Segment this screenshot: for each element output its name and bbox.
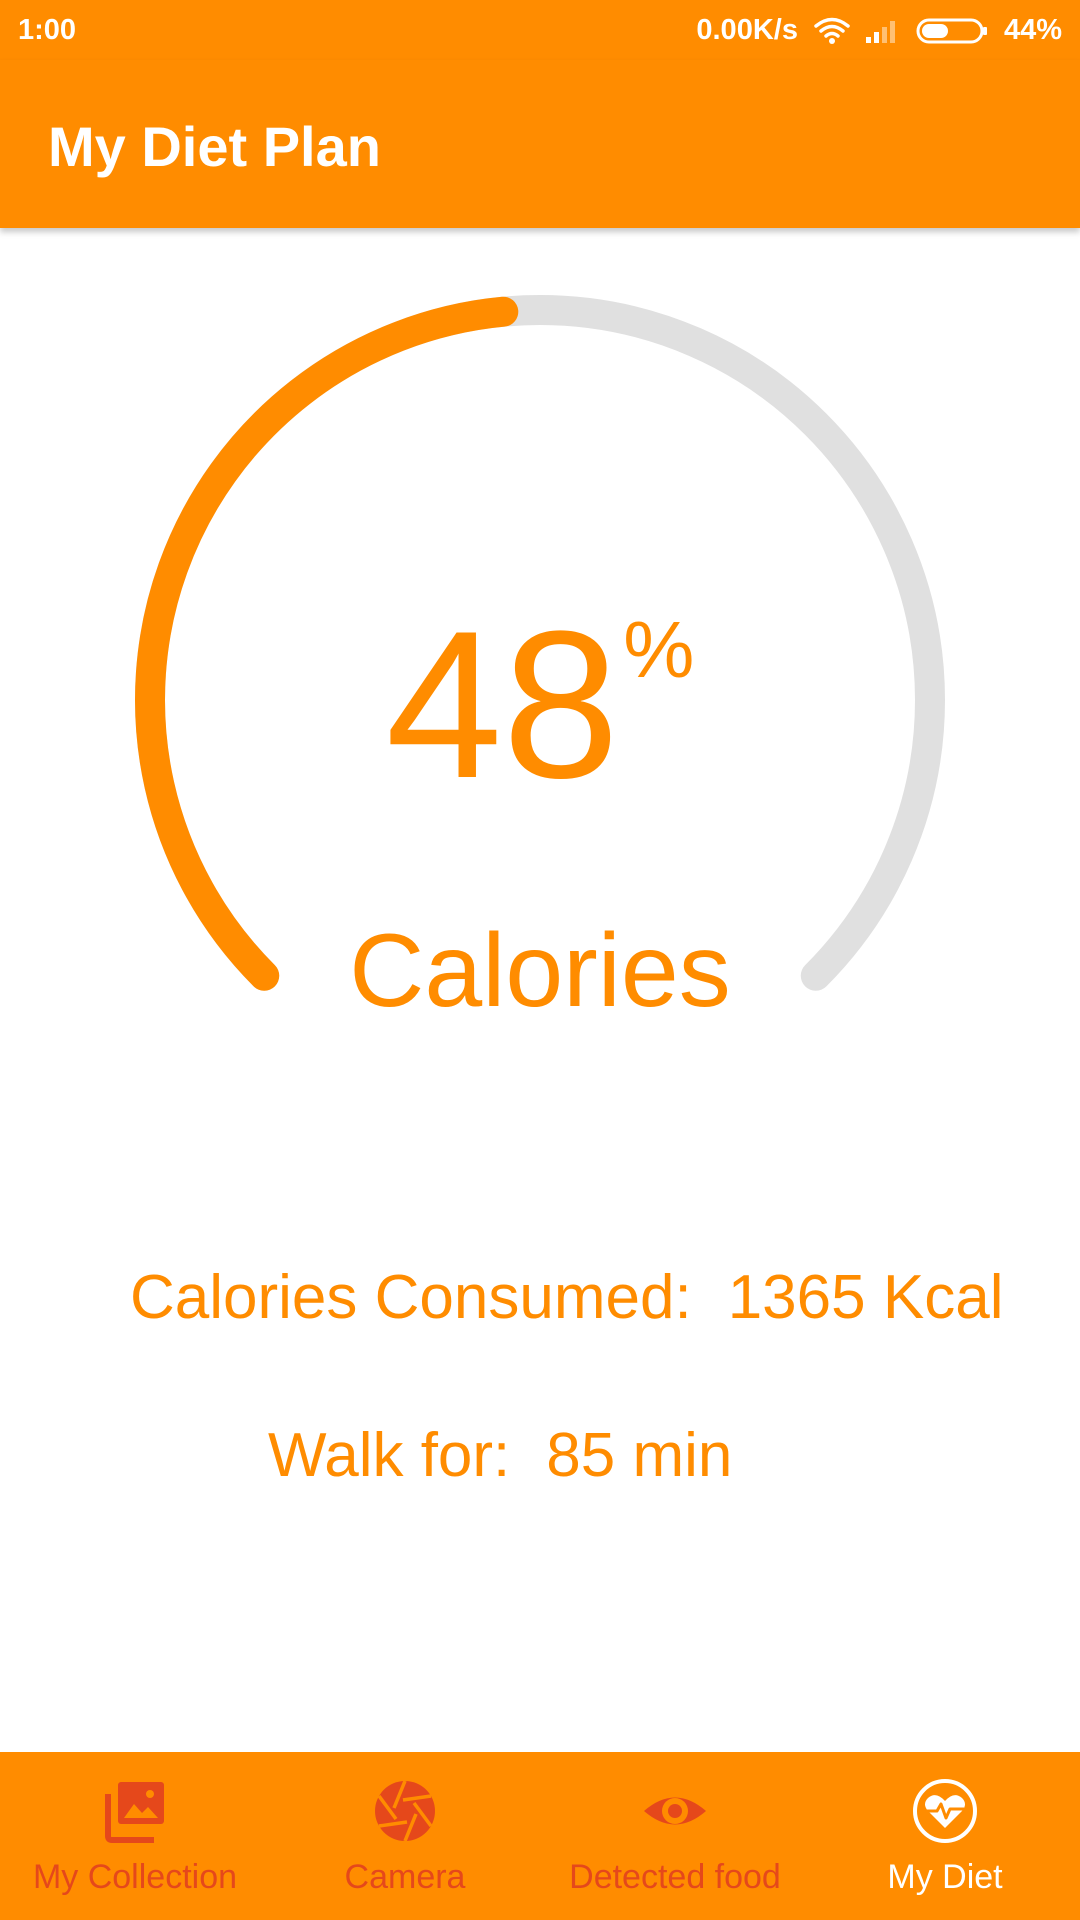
walk-label: Walk for: — [268, 1421, 511, 1490]
wifi-icon — [814, 17, 850, 45]
status-time: 1:00 — [18, 14, 77, 46]
calories-consumed-label: Calories Consumed: — [130, 1263, 692, 1332]
gauge-label: Calories — [349, 913, 731, 1029]
walk-value: 85 min — [546, 1421, 733, 1490]
percent-value: 48 — [385, 587, 620, 822]
battery-icon — [916, 17, 988, 45]
walk-row: Walk for: 85 min — [268, 1420, 732, 1491]
calories-consumed-value: 1365 Kcal — [727, 1263, 1004, 1332]
signal-icon — [865, 19, 900, 43]
calories-gauge: 48% Calories — [100, 260, 980, 1029]
page-title: My Diet Plan — [48, 115, 381, 178]
status-bar: 1:00 0.00K/s 44% — [0, 0, 1080, 60]
nav-my-diet[interactable]: My Diet — [810, 1752, 1080, 1920]
nav-label-my-diet: My Diet — [887, 1858, 1003, 1896]
nav-detected-food[interactable]: Detected food — [540, 1752, 810, 1920]
heart-pulse-icon — [913, 1779, 977, 1843]
nav-my-collection[interactable]: My Collection — [0, 1752, 270, 1920]
gauge-percent: 48% — [100, 600, 980, 810]
eye-icon — [644, 1797, 706, 1825]
app-bar: My Diet Plan — [0, 60, 1080, 228]
aperture-icon — [375, 1780, 435, 1842]
network-speed: 0.00K/s — [696, 14, 798, 46]
status-right: 0.00K/s 44% — [696, 14, 1062, 47]
nav-camera[interactable]: Camera — [270, 1752, 540, 1920]
gallery-icon — [105, 1782, 164, 1843]
nav-label-camera: Camera — [344, 1858, 466, 1896]
nav-label-my-collection: My Collection — [32, 1858, 238, 1896]
nav-label-detected-food: Detected food — [569, 1858, 781, 1896]
calories-consumed-row: Calories Consumed: 1365 Kcal — [130, 1262, 1003, 1333]
bottom-nav: My Collection Camera Detected food My Di… — [0, 1752, 1080, 1920]
percent-unit: % — [623, 605, 695, 694]
battery-level: 44% — [1003, 14, 1062, 46]
